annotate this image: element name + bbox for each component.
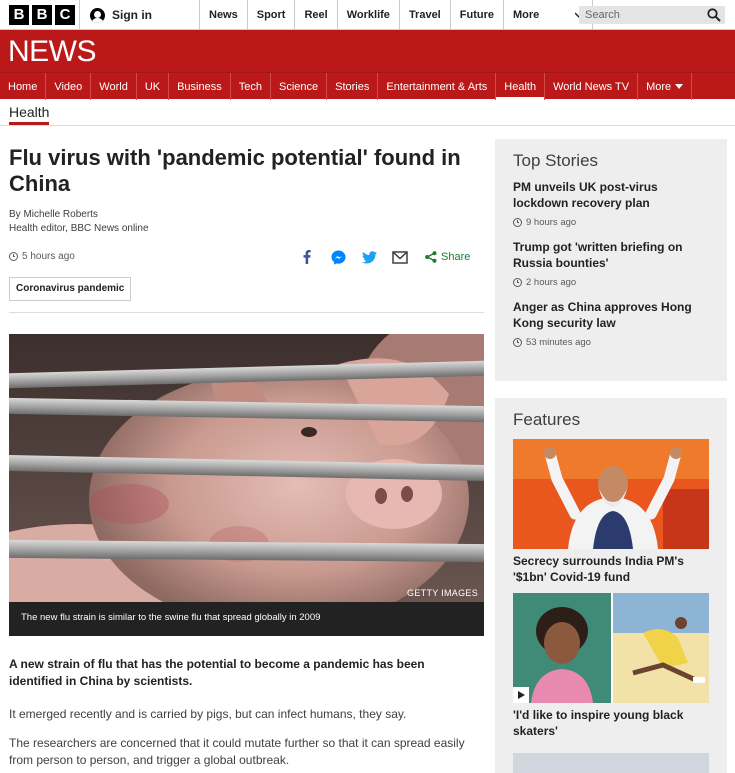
- global-nav-news[interactable]: News: [199, 0, 247, 30]
- timestamp-text: 5 hours ago: [22, 251, 75, 262]
- story-timestamp: 9 hours ago: [513, 217, 709, 228]
- section-nav-business[interactable]: Business: [169, 73, 231, 100]
- search-box: [579, 6, 725, 24]
- bbc-global-nav: B B C Sign in News Sport Reel Worklife T…: [0, 0, 735, 30]
- article-paragraph: The researchers are concerned that it co…: [9, 736, 465, 767]
- pig-photo: [9, 334, 484, 602]
- top-story-link[interactable]: Anger as China approves Hong Kong securi…: [513, 299, 709, 331]
- bbc-logo[interactable]: B B C: [9, 5, 75, 25]
- story-time-text: 53 minutes ago: [526, 337, 591, 348]
- email-icon[interactable]: [391, 248, 409, 266]
- user-icon: [90, 7, 105, 23]
- share-label: Share: [441, 251, 471, 263]
- top-story-link[interactable]: Trump got 'written briefing on Russia bo…: [513, 239, 709, 271]
- facebook-icon[interactable]: [298, 248, 316, 266]
- article-headline: Flu virus with 'pandemic potential' foun…: [9, 145, 461, 196]
- image-credit: GETTY IMAGES: [407, 588, 478, 598]
- top-story-item: Trump got 'written briefing on Russia bo…: [513, 239, 709, 288]
- top-stories-title: Top Stories: [513, 151, 599, 170]
- divider: [9, 312, 484, 313]
- clock-icon: [513, 218, 522, 227]
- top-story-link[interactable]: PM unveils UK post-virus lockdown recove…: [513, 179, 709, 211]
- story-time-text: 2 hours ago: [526, 277, 577, 288]
- section-nav-more-label: More: [646, 80, 672, 93]
- features-title: Features: [513, 410, 581, 429]
- share-icon: [425, 251, 437, 263]
- section-nav-world-news-tv[interactable]: World News TV: [545, 73, 639, 100]
- section-breadcrumb[interactable]: Health: [9, 104, 50, 125]
- image-caption: The new flu strain is similar to the swi…: [9, 602, 484, 636]
- story-timestamp: 53 minutes ago: [513, 337, 709, 348]
- section-nav-world[interactable]: World: [91, 73, 137, 100]
- article-timestamp: 5 hours ago: [9, 251, 75, 262]
- section-nav-stories[interactable]: Stories: [327, 73, 379, 100]
- story-time-text: 9 hours ago: [526, 217, 577, 228]
- share-tools: Share: [298, 248, 470, 266]
- clock-icon: [9, 252, 18, 261]
- global-nav-more-label: More: [512, 9, 540, 21]
- section-nav-video[interactable]: Video: [46, 73, 92, 100]
- global-nav-future[interactable]: Future: [449, 0, 503, 30]
- hero-image: GETTY IMAGES: [9, 334, 484, 602]
- search-icon[interactable]: [707, 8, 721, 22]
- clock-icon: [513, 278, 522, 287]
- bbc-logo-letter: B: [9, 5, 29, 25]
- top-story-item: PM unveils UK post-virus lockdown recove…: [513, 179, 709, 228]
- section-nav-tech[interactable]: Tech: [231, 73, 271, 100]
- author-role: Health editor, BBC News online: [9, 223, 149, 234]
- author-name: By Michelle Roberts: [9, 209, 98, 220]
- search-input[interactable]: [585, 9, 701, 21]
- section-nav-entertainment[interactable]: Entertainment & Arts: [378, 73, 497, 100]
- share-button[interactable]: Share: [425, 251, 470, 263]
- global-nav-reel[interactable]: Reel: [294, 0, 336, 30]
- sign-in-link[interactable]: Sign in: [79, 0, 197, 30]
- clock-icon: [513, 338, 522, 347]
- section-nav-more[interactable]: More: [638, 73, 693, 100]
- global-nav-worklife[interactable]: Worklife: [336, 0, 399, 30]
- global-nav-sport[interactable]: Sport: [246, 0, 295, 30]
- bbc-logo-letter: B: [32, 5, 52, 25]
- article-lede: A new strain of flu that has the potenti…: [9, 657, 425, 688]
- twitter-icon[interactable]: [360, 248, 378, 266]
- news-masthead: NEWS: [0, 30, 735, 72]
- section-nav-health[interactable]: Health: [496, 73, 546, 100]
- section-nav-science[interactable]: Science: [271, 73, 328, 100]
- feature-image[interactable]: [513, 753, 709, 773]
- news-wordmark[interactable]: NEWS: [8, 35, 97, 69]
- bbc-logo-letter: C: [55, 5, 75, 25]
- features-panel: Features Secrecy surrounds India PM's '$…: [495, 398, 727, 773]
- section-nav: Home Video World UK Business Tech Scienc…: [0, 72, 735, 100]
- feature-link[interactable]: Secrecy surrounds India PM's '$1bn' Covi…: [513, 553, 709, 585]
- feature-image[interactable]: [513, 439, 709, 549]
- article-paragraph: It emerged recently and is carried by pi…: [9, 707, 407, 721]
- chevron-down-icon: [675, 84, 684, 89]
- top-story-item: Anger as China approves Hong Kong securi…: [513, 299, 709, 348]
- story-timestamp: 2 hours ago: [513, 277, 709, 288]
- feature-photo-india-pm: [513, 439, 709, 549]
- section-nav-uk[interactable]: UK: [137, 73, 170, 100]
- feature-photo-skater: [513, 593, 709, 703]
- feature-image[interactable]: [513, 593, 709, 703]
- topic-tag[interactable]: Coronavirus pandemic: [9, 277, 132, 301]
- global-nav-travel[interactable]: Travel: [398, 0, 450, 30]
- divider: [0, 125, 735, 126]
- play-icon[interactable]: [513, 687, 529, 703]
- top-stories-panel: Top Stories PM unveils UK post-virus loc…: [495, 139, 727, 381]
- global-nav-links: News Sport Reel Worklife Travel Future M…: [199, 0, 593, 30]
- section-nav-home[interactable]: Home: [0, 73, 47, 100]
- feature-link[interactable]: 'I'd like to inspire young black skaters…: [513, 707, 709, 739]
- messenger-icon[interactable]: [329, 248, 347, 266]
- sign-in-label: Sign in: [112, 8, 152, 22]
